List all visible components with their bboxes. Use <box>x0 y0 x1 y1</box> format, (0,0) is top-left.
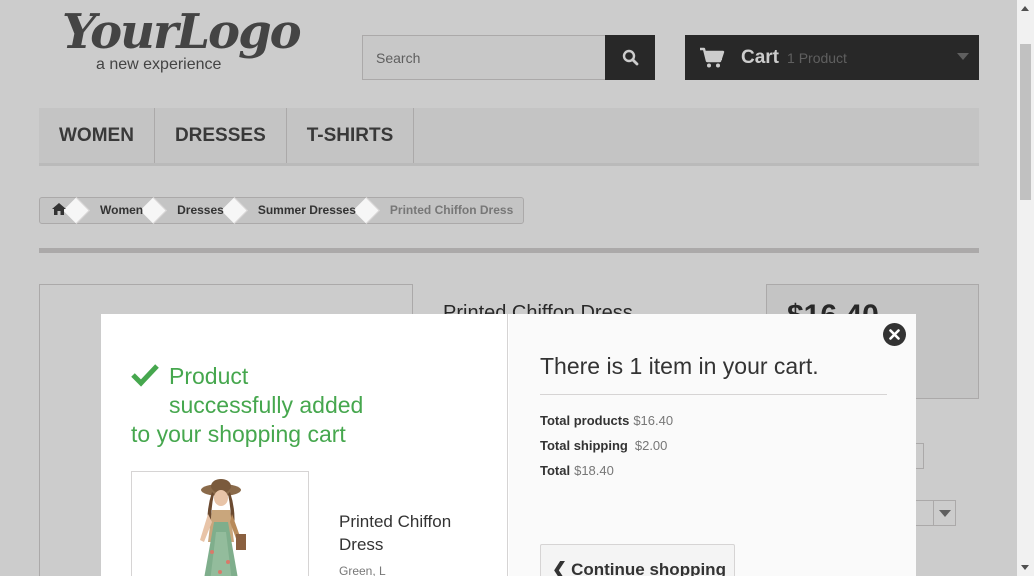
chevron-left-icon: ❮ <box>552 558 568 576</box>
scroll-down-icon[interactable] <box>1021 565 1029 570</box>
modal-product-panel: Product successfully added to your shopp… <box>101 314 508 576</box>
total-shipping-row: Total shipping $2.00 <box>540 438 673 463</box>
total-products-value: $16.40 <box>633 413 674 428</box>
total-row: Total $18.40 <box>540 463 673 488</box>
continue-shopping-button[interactable]: ❮ Continue shopping <box>540 544 735 576</box>
success-line-2: successfully added <box>169 392 364 418</box>
product-thumbnail <box>131 471 309 576</box>
success-line-1: Product <box>169 363 249 389</box>
total-products-label: Total products <box>540 413 630 428</box>
modal-cart-panel: There is 1 item in your cart. Total prod… <box>509 314 916 576</box>
total-products-row: Total products $16.40 <box>540 413 673 438</box>
close-icon <box>889 329 900 340</box>
home-icon <box>52 203 66 215</box>
scrollbar[interactable] <box>1017 0 1034 576</box>
product-photo <box>200 479 246 576</box>
add-to-cart-modal: Product successfully added to your shopp… <box>101 314 916 576</box>
cart-summary: Total products $16.40 Total shipping $2.00… <box>540 413 673 488</box>
success-message: Product successfully added to your shopp… <box>131 362 391 449</box>
modal-product-name: Printed Chiffon Dress <box>339 512 452 554</box>
scrollbar-thumb[interactable] <box>1020 44 1031 200</box>
modal-product-attributes: Green, L <box>339 564 386 576</box>
total-shipping-value: $2.00 <box>634 438 668 453</box>
total-value: $18.40 <box>574 463 614 478</box>
success-line-3: to your shopping cart <box>131 421 346 447</box>
scroll-up-icon[interactable] <box>1021 6 1029 11</box>
cart-item-count-heading: There is 1 item in your cart. <box>540 353 887 395</box>
total-shipping-label: Total shipping <box>540 438 628 453</box>
total-label: Total <box>540 463 571 478</box>
close-modal-button[interactable] <box>883 323 906 346</box>
continue-shopping-label: Continue shopping <box>571 559 726 576</box>
checkmark-icon <box>131 364 159 387</box>
